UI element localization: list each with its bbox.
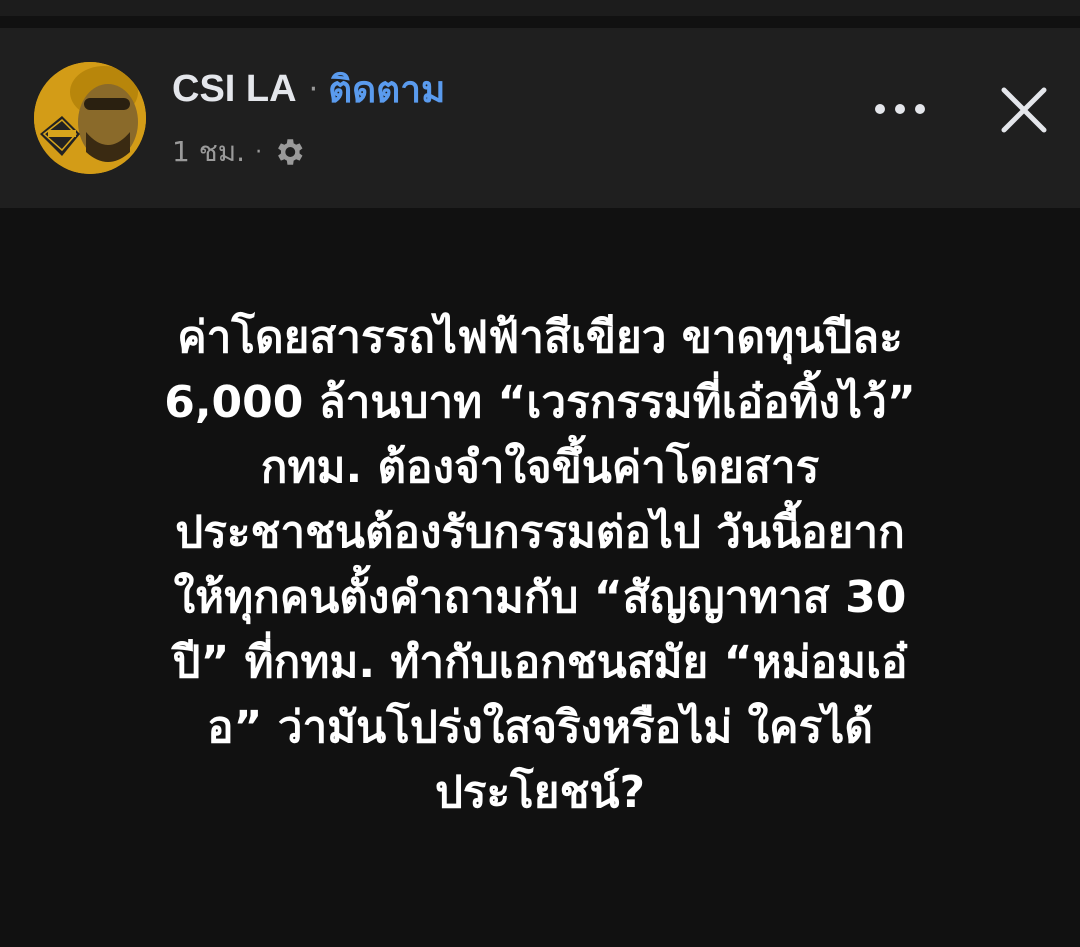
post-text-line: กทม. ต้องจำใจขึ้นค่าโดยสาร (260, 442, 820, 493)
top-strip (0, 0, 1080, 16)
post-header: CSI LA · ติดตาม 1 ชม. · (0, 28, 1080, 208)
post-viewer: CSI LA · ติดตาม 1 ชม. · ค่าโดยสารรถไฟฟ้า… (0, 0, 1080, 947)
name-separator: · (308, 71, 319, 107)
author-name[interactable]: CSI LA (172, 68, 297, 111)
post-timestamp[interactable]: 1 ชม. (172, 130, 245, 174)
author-row: CSI LA · ติดตาม (172, 64, 445, 114)
post-text-line: อ” ว่ามันโปร่งใสจริงหรือไม่ ใครได้ (207, 702, 873, 753)
post-text-line: ประชาชนต้องรับกรรมต่อไป วันนี้อยาก (175, 507, 905, 558)
post-meta: 1 ชม. · (172, 132, 306, 172)
post-text: ค่าโดยสารรถไฟฟ้าสีเขียว ขาดทุนปีละ 6,000… (60, 305, 1020, 825)
follow-button[interactable]: ติดตาม (328, 60, 445, 119)
post-text-line: ให้ทุกคนตั้งคำถามกับ “สัญญาทาส 30 (173, 572, 907, 623)
meta-separator: · (255, 139, 263, 165)
post-text-line: ประโยชน์? (434, 767, 646, 818)
gear-icon[interactable] (272, 135, 306, 169)
close-icon[interactable] (996, 82, 1052, 138)
post-text-line: ค่าโดยสารรถไฟฟ้าสีเขียว ขาดทุนปีละ (177, 312, 903, 363)
avatar-image (34, 62, 146, 174)
more-options-icon[interactable] (870, 94, 930, 124)
post-text-line: 6,000 ล้านบาท “เวรกรรมที่เอ๋อทิ้งไว้” (164, 377, 916, 428)
post-text-line: ปี” ที่กทม. ทำกับเอกชนสมัย “หม่อมเอ๋ (172, 637, 908, 688)
author-avatar[interactable] (34, 62, 146, 174)
